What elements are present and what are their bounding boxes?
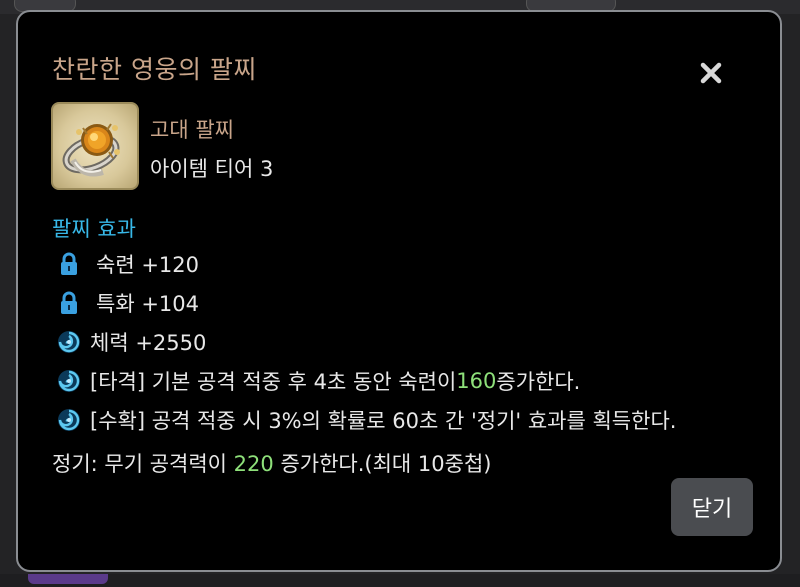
effect-text: [수확] 공격 적중 시 3%의 확률로 60초 간 '정기' 효과를 획득한다… [90,409,677,433]
bracelet-item-icon [51,102,139,190]
background-bottom-bar [0,574,800,587]
lock-icon [56,290,82,316]
close-x-icon [700,62,722,84]
close-x-button[interactable] [696,58,726,88]
swirl-effect-icon [56,329,82,355]
item-tier: 아이템 티어 3 [150,157,274,181]
effect-text: 증가한다. [496,370,581,394]
jeonggi-text: 정기: 무기 공격력이 [52,452,234,476]
effect-row-harvest: [수확] 공격 적중 시 3%의 확률로 60초 간 '정기' 효과를 획득한다… [56,405,676,435]
close-button[interactable]: 닫기 [671,478,753,536]
dialog-title: 찬란한 영웅의 팔찌 [52,55,257,84]
jeonggi-description: 정기: 무기 공격력이 220 증가한다.(최대 10중첩) [52,448,491,478]
effect-row-vitality: 체력 +2550 [56,327,206,357]
item-tooltip-dialog: 찬란한 영웅의 팔찌 고대 팔찌 아이템 티어 3 팔찌 효과 숙련 +120 … [16,10,782,572]
effect-text: 숙련 +120 [96,253,199,277]
effect-row-mastery: 숙련 +120 [56,249,199,279]
effects-section-title: 팔찌 효과 [52,217,136,241]
effect-text: [타격] 기본 공격 적중 후 4초 동안 숙련이 [90,370,457,394]
item-grade: 고대 팔찌 [150,118,234,142]
effect-text: 특화 +104 [96,292,199,316]
jeonggi-text: 증가한다.(최대 10중첩) [273,452,492,476]
effect-value-highlight: 160 [456,369,497,393]
swirl-effect-icon [56,368,82,394]
effect-row-specialization: 특화 +104 [56,288,199,318]
swirl-effect-icon [56,407,82,433]
background-purple-tab [28,574,108,584]
effect-row-strike: [타격] 기본 공격 적중 후 4초 동안 숙련이 160 증가한다. [56,366,580,396]
lock-icon [56,251,82,277]
effect-text: 체력 +2550 [90,331,207,355]
jeonggi-value-highlight: 220 [233,452,274,476]
